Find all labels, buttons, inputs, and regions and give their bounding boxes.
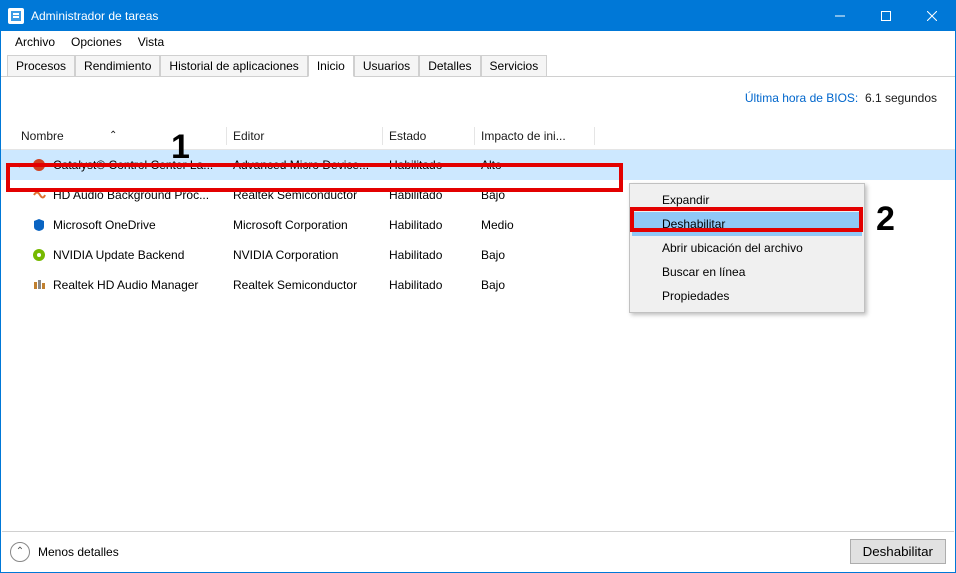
titlebar[interactable]: Administrador de tareas [1,1,955,31]
col-name[interactable]: Nombre ⌃ [1,127,227,145]
maximize-button[interactable] [863,1,909,31]
row-status: Habilitado [383,188,475,202]
menu-options[interactable]: Opciones [63,35,130,49]
row-impact: Medio [475,218,595,232]
tab-users[interactable]: Usuarios [354,55,419,76]
row-status: Habilitado [383,278,475,292]
chevron-up-icon: ⌃ [10,542,30,562]
menu-view[interactable]: Vista [130,35,172,49]
row-name: Realtek HD Audio Manager [53,278,198,292]
row-editor: Advanced Micro Device... [227,158,383,172]
close-button[interactable] [909,1,955,31]
row-editor: NVIDIA Corporation [227,248,383,262]
row-impact: Bajo [475,188,595,202]
app-row-icon [31,217,47,233]
table-row[interactable]: › Catalyst® Control Center La... Advance… [1,150,955,180]
column-headers: Nombre ⌃ Editor Estado Impacto de ini... [1,127,955,150]
cm-disable[interactable]: Deshabilitar [632,212,862,236]
tab-details[interactable]: Detalles [419,55,480,76]
cm-search-online[interactable]: Buscar en línea [632,260,862,284]
tab-apphistory[interactable]: Historial de aplicaciones [160,55,307,76]
col-impact[interactable]: Impacto de ini... [475,127,595,145]
cm-properties[interactable]: Propiedades [632,284,862,308]
tab-processes[interactable]: Procesos [7,55,75,76]
minimize-button[interactable] [817,1,863,31]
cm-expand[interactable]: Expandir [632,188,862,212]
app-row-icon [31,157,47,173]
col-editor[interactable]: Editor [227,127,383,145]
row-status: Habilitado [383,158,475,172]
row-impact: Alto [475,158,595,172]
fewer-details-label: Menos detalles [38,545,119,559]
row-impact: Bajo [475,248,595,262]
row-name: Microsoft OneDrive [53,218,156,232]
row-impact: Bajo [475,278,595,292]
row-status: Habilitado [383,218,475,232]
row-name: NVIDIA Update Backend [53,248,184,262]
statusbar: ⌃ Menos detalles Deshabilitar [2,531,954,571]
app-row-icon [31,247,47,263]
app-icon [8,8,24,24]
sort-indicator-icon: ⌃ [109,130,117,141]
col-name-label: Nombre [21,129,64,143]
disable-button[interactable]: Deshabilitar [850,539,946,564]
bios-value: 6.1 segundos [865,91,937,105]
tab-startup[interactable]: Inicio [308,55,354,77]
app-row-icon [31,187,47,203]
col-status[interactable]: Estado [383,127,475,145]
row-name: HD Audio Background Proc... [53,188,209,202]
menubar: Archivo Opciones Vista [1,31,955,53]
cm-open-location[interactable]: Abrir ubicación del archivo [632,236,862,260]
row-editor: Realtek Semiconductor [227,188,383,202]
context-menu: Expandir Deshabilitar Abrir ubicación de… [629,183,865,313]
chevron-right-icon[interactable]: › [15,160,25,171]
tab-services[interactable]: Servicios [481,55,548,76]
annotation-label-1: 1 [171,128,190,167]
annotation-label-2: 2 [876,200,895,239]
app-row-icon [31,277,47,293]
row-status: Habilitado [383,248,475,262]
fewer-details-button[interactable]: ⌃ Menos detalles [10,542,119,562]
row-editor: Realtek Semiconductor [227,278,383,292]
tabbar: Procesos Rendimiento Historial de aplica… [1,53,955,77]
bios-label: Última hora de BIOS: [745,91,858,105]
bios-info: Última hora de BIOS: 6.1 segundos [1,77,955,127]
row-editor: Microsoft Corporation [227,218,383,232]
menu-file[interactable]: Archivo [7,35,63,49]
tab-performance[interactable]: Rendimiento [75,55,160,76]
window-title: Administrador de tareas [31,9,817,23]
